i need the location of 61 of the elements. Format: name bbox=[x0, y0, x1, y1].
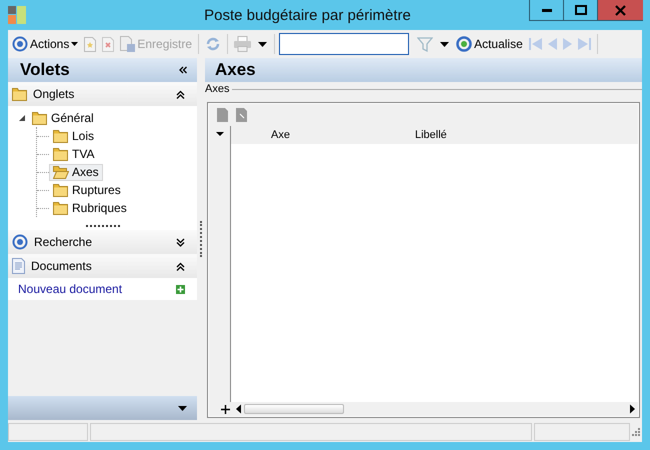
next-record-icon bbox=[562, 38, 572, 50]
folder-icon bbox=[32, 110, 48, 126]
double-chevron-icon bbox=[176, 262, 185, 270]
section-title: Onglets bbox=[33, 87, 76, 101]
reload-button[interactable]: Actualise bbox=[454, 33, 525, 55]
close-button[interactable] bbox=[597, 0, 643, 21]
document-icon bbox=[12, 258, 25, 274]
content-title: Axes bbox=[215, 60, 256, 80]
resize-grip-icon bbox=[632, 428, 640, 436]
scroll-left-icon[interactable] bbox=[236, 402, 241, 416]
double-chevron-icon bbox=[179, 66, 187, 74]
tree-item[interactable]: Général bbox=[28, 110, 98, 126]
caret-icon bbox=[71, 42, 78, 46]
filter-icon bbox=[417, 36, 434, 52]
tree-item[interactable]: Lois bbox=[49, 128, 98, 144]
last-record-icon bbox=[578, 38, 591, 50]
new-document-icon bbox=[84, 36, 96, 52]
add-icon[interactable] bbox=[176, 284, 185, 294]
search-field[interactable] bbox=[279, 33, 410, 55]
maximize-icon bbox=[574, 5, 586, 15]
scroll-right-icon[interactable] bbox=[630, 402, 635, 416]
target-icon bbox=[12, 36, 28, 52]
caret-icon bbox=[440, 42, 450, 46]
folder-icon bbox=[53, 200, 69, 216]
double-chevron-icon bbox=[176, 90, 185, 98]
save-document-icon bbox=[120, 36, 136, 52]
triangle-icon bbox=[19, 115, 25, 121]
caret-icon[interactable] bbox=[178, 406, 187, 410]
double-chevron-icon bbox=[176, 238, 185, 246]
app-icon bbox=[8, 6, 26, 24]
panel-title: Volets bbox=[20, 60, 70, 80]
tree-item[interactable]: TVA bbox=[49, 146, 98, 162]
folder-icon bbox=[53, 146, 69, 162]
delete-icon bbox=[102, 36, 114, 52]
folder-icon bbox=[12, 87, 27, 101]
minimize-button[interactable] bbox=[529, 0, 563, 21]
previous-record-icon bbox=[548, 38, 557, 50]
caret-icon[interactable] bbox=[216, 132, 224, 136]
tree-item[interactable]: Ruptures bbox=[49, 182, 125, 198]
group-label: Axes bbox=[205, 83, 230, 95]
folder-icon bbox=[53, 182, 69, 198]
actions-button[interactable]: Actions bbox=[10, 33, 80, 55]
refresh-icon bbox=[456, 36, 472, 52]
window-title: Poste budgétaire par périmètre bbox=[203, 6, 412, 24]
target-icon bbox=[12, 234, 28, 250]
scrollbar-thumb[interactable] bbox=[244, 404, 344, 414]
caret-icon bbox=[258, 42, 268, 46]
refresh-icon bbox=[205, 36, 222, 52]
section-title: Documents bbox=[31, 259, 93, 273]
minimize-icon bbox=[542, 8, 552, 12]
tree-item[interactable]: Rubriques bbox=[49, 200, 131, 216]
plus-icon bbox=[220, 404, 230, 414]
column-header[interactable]: Axe bbox=[271, 129, 415, 141]
column-header[interactable]: Libellé bbox=[415, 129, 447, 141]
first-record-icon bbox=[528, 38, 542, 50]
printer-icon bbox=[234, 36, 252, 52]
folder-icon bbox=[53, 128, 69, 144]
folder-icon bbox=[53, 164, 69, 180]
close-icon bbox=[615, 4, 626, 16]
tree-item[interactable]: Axes bbox=[49, 164, 103, 180]
section-title: Recherche bbox=[34, 235, 94, 249]
